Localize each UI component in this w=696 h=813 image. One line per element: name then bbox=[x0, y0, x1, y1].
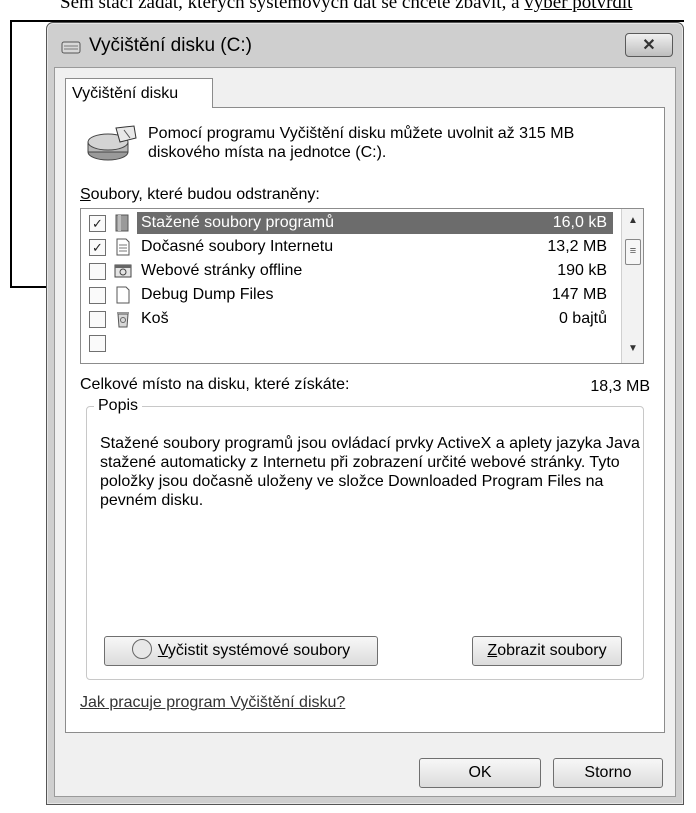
list-item-label: Koš bbox=[141, 310, 169, 327]
description-text: Stažené soubory programů jsou ovládací p… bbox=[100, 435, 640, 509]
files-list-scrollbar[interactable]: ▲ ≡ ▼ bbox=[621, 209, 643, 363]
scroll-up-arrow-icon[interactable]: ▲ bbox=[622, 215, 643, 231]
clean-system-files-accesskey: V bbox=[157, 642, 168, 659]
checkbox[interactable] bbox=[89, 311, 106, 328]
list-item-label: Stažené soubory programů bbox=[137, 212, 479, 234]
list-item-size: 190 kB bbox=[557, 262, 607, 279]
ok-button[interactable]: OK bbox=[419, 758, 541, 788]
drive-icon bbox=[61, 41, 81, 54]
help-link[interactable]: Jak pracuje program Vyčištění disku? bbox=[80, 694, 345, 712]
document-top-text-plain: Sem stačí zadat, kterých systémových dat… bbox=[60, 0, 525, 13]
recycle-bin-icon bbox=[117, 312, 129, 328]
intro-text: Pomocí programu Vyčištění disku můžete u… bbox=[148, 125, 575, 161]
list-item-label: Webové stránky offline bbox=[141, 262, 303, 279]
list-item-size: 0 bajtů bbox=[558, 310, 607, 327]
files-label-rest: oubory, které budou odstraněny: bbox=[90, 186, 320, 203]
show-files-label: obrazit soubory bbox=[497, 642, 607, 659]
list-item[interactable]: ✓ Dočasné soubory Internetu 13,2 MB bbox=[81, 235, 619, 259]
disk-cleanup-icon bbox=[87, 125, 137, 161]
cancel-button[interactable]: Storno bbox=[553, 758, 663, 788]
scroll-down-arrow-icon[interactable]: ▼ bbox=[622, 343, 643, 359]
description-title: Popis bbox=[94, 397, 143, 415]
document-top-text-underlined: výběr potvrdit bbox=[524, 0, 633, 13]
total-space-label: Celkové místo na disku, které získáte: bbox=[80, 376, 350, 393]
list-item-label: Debug Dump Files bbox=[141, 286, 274, 303]
blank-file-icon bbox=[116, 286, 130, 304]
checkbox[interactable] bbox=[89, 287, 106, 304]
close-icon: ✕ bbox=[642, 37, 656, 54]
list-item[interactable]: ✓ Stažené soubory programů 16,0 kB bbox=[81, 211, 619, 235]
checkbox[interactable] bbox=[89, 335, 106, 352]
list-item[interactable]: Webové stránky offline 190 kB bbox=[81, 259, 619, 283]
checkbox[interactable]: ✓ bbox=[89, 215, 106, 232]
files-label: Soubory, které budou odstraněny: bbox=[80, 186, 320, 204]
callout-line-vertical bbox=[10, 20, 12, 288]
files-label-accesskey: S bbox=[80, 186, 91, 203]
list-item-size: 16,0 kB bbox=[475, 212, 613, 234]
list-item[interactable]: Koš 0 bajtů bbox=[81, 307, 619, 331]
list-item-partial[interactable] bbox=[81, 331, 619, 355]
tab-page: Pomocí programu Vyčištění disku můžete u… bbox=[65, 107, 665, 733]
list-item[interactable]: Debug Dump Files 147 MB bbox=[81, 283, 619, 307]
folder-icon bbox=[115, 214, 129, 232]
disk-cleanup-window: Vyčištění disku (C:) ✕ Vyčištění disku P… bbox=[46, 22, 684, 805]
show-files-button[interactable]: Zobrazit soubory bbox=[472, 636, 622, 666]
dialog-client-area: Vyčištění disku Pomocí programu Vyčištěn… bbox=[54, 67, 676, 797]
checkbox[interactable]: ✓ bbox=[89, 239, 106, 256]
list-item-size: 147 MB bbox=[551, 286, 607, 303]
files-list[interactable]: ✓ Stažené soubory programů 16,0 kB ✓ Doč… bbox=[80, 208, 644, 364]
shield-icon bbox=[131, 639, 152, 660]
document-icon bbox=[116, 238, 130, 256]
clean-system-files-label: yčistit systémové soubory bbox=[167, 642, 351, 659]
total-space-value: 18,3 MB bbox=[590, 378, 650, 395]
window-title: Vyčištění disku (C:) bbox=[89, 35, 252, 56]
close-button[interactable]: ✕ bbox=[625, 33, 673, 57]
list-item-size: 13,2 MB bbox=[547, 238, 607, 255]
scroll-thumb[interactable]: ≡ bbox=[625, 239, 641, 265]
checkbox[interactable] bbox=[89, 263, 106, 280]
title-bar[interactable]: Vyčištění disku (C:) ✕ bbox=[47, 23, 683, 67]
clean-system-files-button[interactable]: Vyčistit systémové soubory bbox=[104, 636, 378, 666]
offline-page-icon bbox=[114, 264, 132, 278]
show-files-accesskey: Z bbox=[487, 642, 498, 659]
document-top-text: Sem stačí zadat, kterých systémových dat… bbox=[60, 0, 632, 14]
list-item-label: Dočasné soubory Internetu bbox=[141, 238, 334, 255]
tab-disk-cleanup[interactable]: Vyčištění disku bbox=[65, 78, 213, 108]
